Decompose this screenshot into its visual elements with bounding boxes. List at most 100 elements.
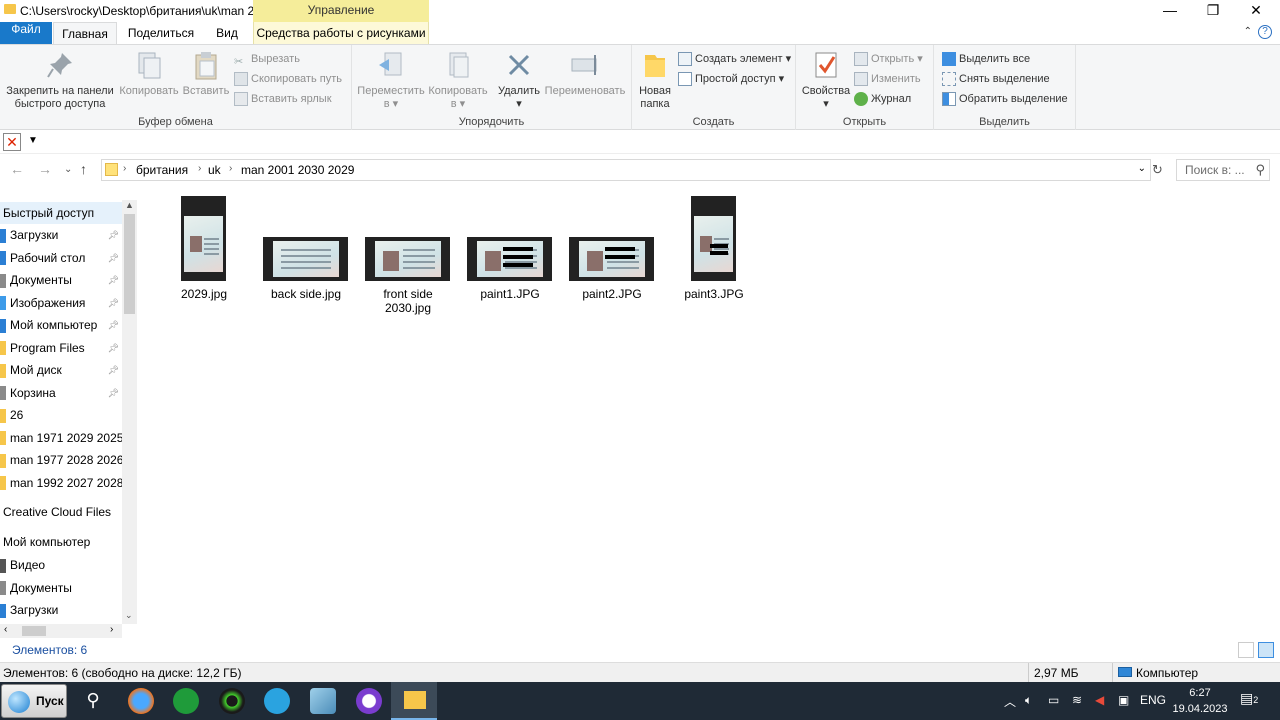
quick-access-header[interactable]: Быстрый доступ	[0, 202, 122, 224]
close-button[interactable]: ✕	[1236, 0, 1276, 22]
copy-to-button[interactable]: Копировать в ▾	[426, 49, 490, 111]
nav-item[interactable]: Изображения 📌︎	[0, 292, 122, 314]
help-icon[interactable]: ?	[1258, 25, 1272, 39]
delete-button[interactable]: Удалить ▾	[494, 49, 544, 111]
nav-item-label: Документы	[10, 273, 72, 287]
easy-access-button[interactable]: Простой доступ ▾	[678, 69, 784, 89]
copy-path-button[interactable]: Скопировать путь	[234, 69, 342, 89]
delete-red-x-icon[interactable]: ✕	[3, 133, 21, 151]
maximize-button[interactable]: ❐	[1193, 0, 1233, 22]
nav-computer-item[interactable]: Загрузки	[0, 599, 122, 621]
telegram-icon[interactable]	[264, 688, 290, 714]
nav-item[interactable]: Документы 📌︎	[0, 269, 122, 291]
nav-item[interactable]: Program Files 📌︎	[0, 337, 122, 359]
nav-computer-item[interactable]: Видео	[0, 554, 122, 576]
pin-icon: 📌︎	[107, 230, 119, 240]
paste-shortcut-button[interactable]: Вставить ярлык	[234, 89, 332, 109]
address-dropdown-icon[interactable]: ⌄	[1138, 163, 1146, 174]
nav-computer-item[interactable]: Документы	[0, 577, 122, 599]
tab-share[interactable]: Поделиться	[122, 22, 200, 44]
tab-home[interactable]: Главная	[53, 22, 117, 44]
nav-vertical-scrollbar[interactable]: ▲ ⌄	[122, 200, 137, 624]
file-item[interactable]: 2029.jpg	[156, 196, 252, 301]
minimize-button[interactable]: —	[1150, 0, 1190, 22]
scroll-left-icon[interactable]: ‹	[4, 624, 7, 635]
move-to-button[interactable]: Переместить в ▾	[356, 49, 426, 111]
creative-cloud-files[interactable]: Creative Cloud Files	[0, 501, 122, 523]
manage-contextual-tab-header[interactable]: Управление	[253, 0, 429, 22]
app-icon[interactable]	[356, 688, 382, 714]
nav-item[interactable]: man 1977 2028 2026	[0, 449, 122, 471]
my-computer-header[interactable]: Мой компьютер	[0, 531, 122, 553]
new-folder-icon	[645, 55, 665, 77]
back-arrow-icon[interactable]: ←	[10, 161, 24, 177]
chevron-up-icon[interactable]: ⌃	[1244, 26, 1252, 37]
file-explorer-taskbar-button[interactable]	[391, 682, 437, 720]
nav-item[interactable]: man 1971 2029 2025	[0, 427, 122, 449]
details-view-icon[interactable]	[1238, 642, 1254, 658]
file-item[interactable]: paint3.JPG	[666, 196, 762, 301]
refresh-icon[interactable]: ↻	[1152, 162, 1163, 178]
tray-chevron-icon[interactable]: ︿	[1004, 693, 1016, 710]
start-button[interactable]: Пуск	[1, 684, 67, 718]
security-icon[interactable]: ▣	[1118, 693, 1129, 707]
cut-button[interactable]: ✂ Вырезать	[234, 49, 300, 69]
wifi-icon[interactable]: ≋	[1072, 693, 1082, 707]
file-item[interactable]: back side.jpg	[258, 196, 354, 301]
tab-view[interactable]: Вид	[205, 22, 249, 44]
pin-quick-access-button[interactable]: Закрепить на панели быстрого доступа	[4, 49, 116, 111]
nav-item[interactable]: Мой компьютер 📌︎	[0, 314, 122, 336]
invert-selection-button[interactable]: Обратить выделение	[942, 89, 1068, 109]
battery-icon[interactable]: ▭	[1048, 693, 1059, 707]
breadcrumb-item[interactable]: man 2001 2030 2029	[241, 163, 354, 177]
nav-item[interactable]: Мой диск 📌︎	[0, 359, 122, 381]
volume-icon[interactable]: 🔈︎	[1025, 693, 1032, 708]
tab-picture-tools[interactable]: Средства работы с рисунками	[253, 22, 429, 44]
search-input[interactable]: Поиск в: ... ⚲	[1176, 159, 1270, 181]
rename-button[interactable]: Переименовать	[542, 49, 628, 98]
razer-icon[interactable]	[219, 688, 245, 714]
scroll-down-icon[interactable]: ⌄	[125, 610, 133, 621]
properties-button[interactable]: Свойства ▾	[800, 49, 852, 111]
nav-item[interactable]: Загрузки 📌︎	[0, 224, 122, 246]
address-bar[interactable]: › британия › uk › man 2001 2030 2029 ⌄	[101, 159, 1151, 181]
recent-chevron-icon[interactable]: ⌄	[64, 164, 72, 175]
history-button[interactable]: Журнал	[854, 89, 911, 109]
breadcrumb-item[interactable]: британия	[136, 163, 188, 177]
open-button[interactable]: Открыть ▾	[854, 49, 923, 69]
paste-button[interactable]: Вставить	[181, 49, 231, 98]
speaker-muted-icon[interactable]: ◀	[1095, 693, 1104, 707]
nav-item[interactable]: Рабочий стол 📌︎	[0, 247, 122, 269]
file-item[interactable]: paint1.JPG	[462, 196, 558, 301]
notepad-icon[interactable]	[310, 688, 336, 714]
browser-icon[interactable]	[128, 688, 154, 714]
notifications-icon[interactable]: ▤2	[1240, 690, 1260, 710]
up-arrow-icon[interactable]: ↑	[80, 161, 87, 177]
copy-button[interactable]: Копировать	[118, 49, 180, 98]
clock[interactable]: 6:27 19.04.2023	[1172, 685, 1228, 717]
tab-file[interactable]: Файл	[0, 22, 52, 44]
qat-dropdown-icon[interactable]: ▼	[28, 135, 38, 146]
forward-arrow-icon[interactable]: →	[38, 161, 52, 177]
select-none-button[interactable]: Снять выделение	[942, 69, 1050, 89]
language-indicator[interactable]: ENG	[1140, 693, 1166, 707]
nav-item[interactable]: 26	[0, 404, 122, 426]
scroll-right-icon[interactable]: ›	[110, 624, 113, 635]
select-all-button[interactable]: Выделить все	[942, 49, 1030, 69]
nav-item-label: 26	[10, 408, 24, 422]
nav-horizontal-scrollbar[interactable]: ‹ ›	[0, 624, 122, 638]
nav-item[interactable]: man 1992 2027 2028	[0, 472, 122, 494]
search-icon[interactable]: ⚲	[80, 688, 106, 714]
nav-item[interactable]: Корзина 📌︎	[0, 382, 122, 404]
new-folder-button[interactable]: Новая папка	[636, 49, 674, 111]
file-item[interactable]: front side 2030.jpg	[360, 196, 456, 315]
utorrent-icon[interactable]	[173, 688, 199, 714]
breadcrumb-item[interactable]: uk	[208, 163, 221, 177]
file-item[interactable]: paint2.JPG	[564, 196, 660, 301]
new-item-button[interactable]: Создать элемент ▾	[678, 49, 791, 69]
nav-hscroll-thumb[interactable]	[22, 626, 46, 636]
large-icons-view-icon[interactable]	[1258, 642, 1274, 658]
scroll-up-icon[interactable]: ▲	[125, 200, 134, 210]
nav-scroll-thumb[interactable]	[124, 214, 135, 314]
edit-button[interactable]: Изменить	[854, 69, 921, 89]
